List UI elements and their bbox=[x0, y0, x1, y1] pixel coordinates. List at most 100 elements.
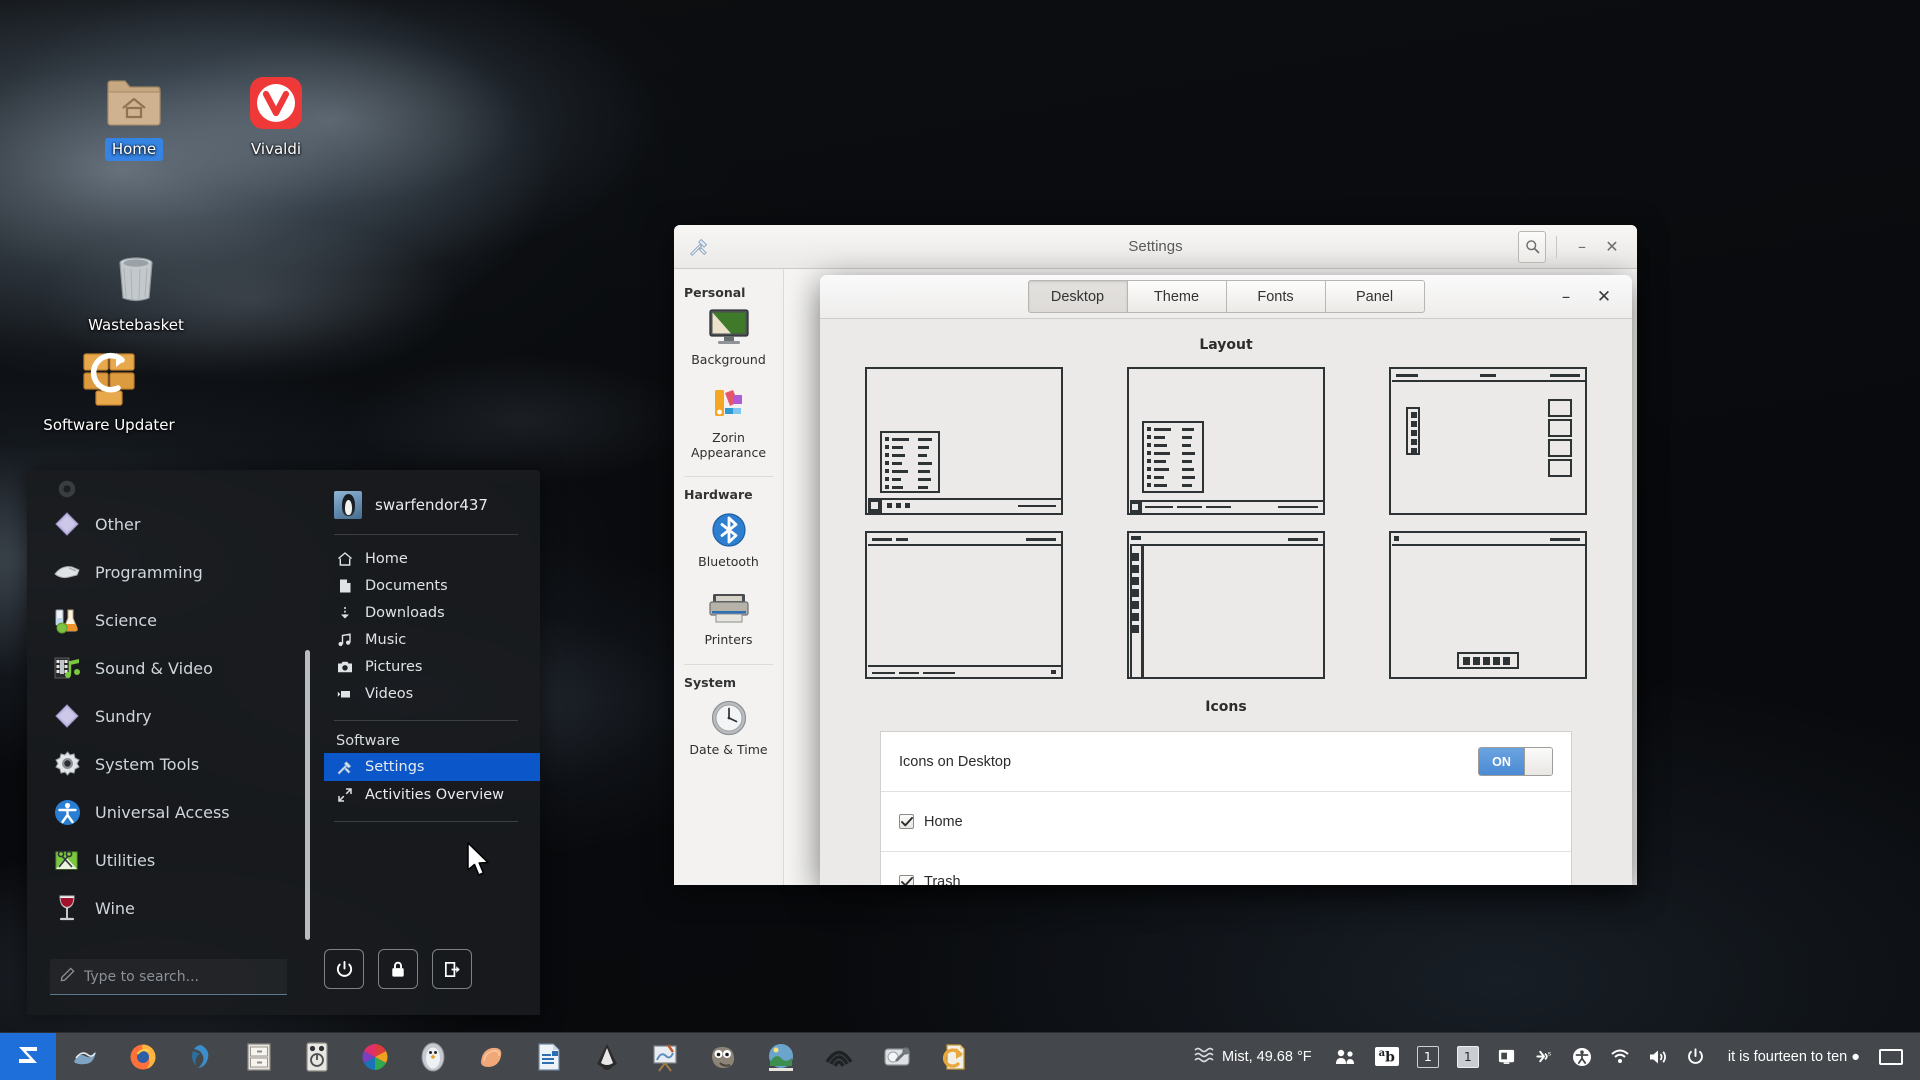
sidebar-item-partial[interactable] bbox=[27, 478, 310, 500]
icons-settings-list: Icons on Desktop ON Home Trash bbox=[880, 731, 1572, 885]
lock-screen-button[interactable] bbox=[378, 949, 418, 989]
wifi-arc-icon[interactable] bbox=[810, 1033, 868, 1080]
home-checkbox-row[interactable]: Home bbox=[881, 792, 1571, 852]
show-desktop-button[interactable] bbox=[1870, 1033, 1912, 1080]
water-app-icon[interactable] bbox=[56, 1033, 114, 1080]
sidebar-item-zorin-appearance[interactable]: Zorin Appearance bbox=[678, 384, 779, 461]
settings-sidebar[interactable]: Personal Background bbox=[674, 269, 784, 885]
home-checkbox[interactable] bbox=[899, 814, 914, 829]
sidebar-item-label: Zorin Appearance bbox=[678, 431, 779, 461]
firefox-icon[interactable] bbox=[114, 1033, 172, 1080]
document-editor-icon[interactable] bbox=[520, 1033, 578, 1080]
avatar bbox=[334, 491, 362, 519]
network-wifi-icon[interactable] bbox=[1601, 1033, 1639, 1080]
sidebar-item-date-time[interactable]: Date & Time bbox=[678, 696, 779, 758]
sidebar-item-system-tools[interactable]: System Tools bbox=[27, 740, 310, 788]
power-menu-icon[interactable] bbox=[1677, 1033, 1714, 1080]
gimp-icon[interactable] bbox=[694, 1033, 752, 1080]
paint-easel-icon[interactable] bbox=[636, 1033, 694, 1080]
desktop-icon-wastebasket[interactable]: Wastebasket bbox=[72, 248, 200, 337]
sidebar-item-utilities[interactable]: Utilities bbox=[27, 836, 310, 884]
user-row[interactable]: swarfendor437 bbox=[334, 488, 518, 522]
sidebar-item-wine[interactable]: Wine bbox=[27, 884, 310, 932]
sidebar-item-programming[interactable]: Programming bbox=[27, 548, 310, 596]
volume-icon[interactable] bbox=[1639, 1033, 1677, 1080]
show-desktop-icon bbox=[1879, 1049, 1903, 1065]
search-input[interactable]: Type to search... bbox=[50, 959, 287, 995]
start-menu[interactable]: Other Programming bbox=[27, 470, 540, 1015]
desktop-settings-window[interactable]: Desktop Theme Fonts Panel – ✕ Layout bbox=[820, 275, 1632, 885]
sidebar-item-sundry[interactable]: Sundry bbox=[27, 692, 310, 740]
weather-indicator[interactable]: Mist, 49.68 °F bbox=[1180, 1046, 1326, 1068]
desktop-window-controls: – ✕ bbox=[1556, 287, 1632, 307]
sidebar-item-bluetooth[interactable]: Bluetooth bbox=[678, 508, 779, 570]
layout-option-windows-style[interactable] bbox=[865, 367, 1063, 515]
place-item-documents[interactable]: Documents bbox=[334, 572, 518, 599]
place-item-videos[interactable]: Videos bbox=[334, 680, 518, 707]
sidebar-item-other[interactable]: Other bbox=[27, 500, 310, 548]
zorin-logo-icon bbox=[13, 1040, 43, 1074]
category-scroll-area[interactable]: Other Programming bbox=[27, 478, 310, 943]
sidebar-item-universal-access[interactable]: Universal Access bbox=[27, 788, 310, 836]
users-icon[interactable] bbox=[1326, 1033, 1366, 1080]
minimize-button[interactable]: – bbox=[1567, 233, 1597, 261]
tab-fonts[interactable]: Fonts bbox=[1226, 280, 1326, 313]
sidebar-item-background[interactable]: Background bbox=[678, 306, 779, 368]
power-off-button[interactable] bbox=[324, 949, 364, 989]
trash-checkbox[interactable] bbox=[899, 875, 914, 886]
vivaldi-icon bbox=[212, 72, 340, 134]
tab-panel[interactable]: Panel bbox=[1325, 280, 1425, 313]
background-monitor-icon bbox=[678, 306, 779, 350]
desktop-icon-software-updater[interactable]: Software Updater bbox=[23, 348, 195, 437]
power-plug-icon[interactable]: s bbox=[1525, 1033, 1563, 1080]
sidebar-item-science[interactable]: Science bbox=[27, 596, 310, 644]
place-item-home[interactable]: Home bbox=[334, 545, 518, 572]
pinwheel-icon[interactable] bbox=[346, 1033, 404, 1080]
keyboard-layout-icon[interactable]: ab bbox=[1366, 1033, 1408, 1080]
layout-option-windows-tasklist[interactable] bbox=[1127, 367, 1325, 515]
layout-option-classic-top-bottom[interactable] bbox=[865, 531, 1063, 679]
disk-utility-icon[interactable] bbox=[868, 1033, 926, 1080]
penguin-icon[interactable] bbox=[404, 1033, 462, 1080]
tab-desktop[interactable]: Desktop bbox=[1028, 280, 1128, 313]
desktop-icon-home[interactable]: Home bbox=[70, 72, 198, 161]
printer-icon bbox=[678, 586, 779, 630]
desktop-icon-vivaldi[interactable]: Vivaldi bbox=[212, 72, 340, 161]
file-cabinet-icon[interactable] bbox=[230, 1033, 288, 1080]
settings-titlebar[interactable]: Settings – ✕ bbox=[674, 225, 1637, 269]
trash-checkbox-row[interactable]: Trash bbox=[881, 852, 1571, 885]
log-out-button[interactable] bbox=[432, 949, 472, 989]
utilities-icon bbox=[53, 846, 81, 874]
image-viewer-icon[interactable] bbox=[752, 1033, 810, 1080]
clock[interactable]: it is fourteen to ten ● bbox=[1714, 1049, 1870, 1065]
layout-option-gnome-dock-right[interactable] bbox=[1389, 367, 1587, 515]
display-icon[interactable] bbox=[1488, 1033, 1525, 1080]
place-item-pictures[interactable]: Pictures bbox=[334, 653, 518, 680]
workspace-1-icon[interactable]: 1 bbox=[1408, 1033, 1448, 1080]
taskbar[interactable]: Mist, 49.68 °F ab 1 1 s bbox=[0, 1032, 1920, 1080]
icons-on-desktop-toggle[interactable]: ON bbox=[1478, 747, 1553, 776]
updater-icon[interactable] bbox=[926, 1033, 984, 1080]
zorin-start-button[interactable] bbox=[0, 1033, 56, 1080]
desktop-settings-header[interactable]: Desktop Theme Fonts Panel – ✕ bbox=[820, 275, 1632, 319]
place-item-downloads[interactable]: Downloads bbox=[334, 599, 518, 626]
workspace-2-icon[interactable]: 1 bbox=[1448, 1033, 1488, 1080]
inkscape-icon[interactable] bbox=[578, 1033, 636, 1080]
close-button[interactable]: ✕ bbox=[1597, 233, 1627, 261]
blue-swirl-icon[interactable] bbox=[172, 1033, 230, 1080]
sidebar-item-printers[interactable]: Printers bbox=[678, 586, 779, 648]
mango-icon[interactable] bbox=[462, 1033, 520, 1080]
toggle-on-label: ON bbox=[1479, 748, 1524, 775]
layout-option-macos-dock[interactable] bbox=[1389, 531, 1587, 679]
search-icon[interactable] bbox=[1518, 231, 1546, 263]
place-item-music[interactable]: Music bbox=[334, 626, 518, 653]
audio-device-icon[interactable] bbox=[288, 1033, 346, 1080]
sidebar-item-sound-video[interactable]: Sound & Video bbox=[27, 644, 310, 692]
layout-option-unity-left-dock[interactable] bbox=[1127, 531, 1325, 679]
action-item-activities-overview[interactable]: Activities Overview bbox=[324, 781, 540, 809]
tab-theme[interactable]: Theme bbox=[1127, 280, 1227, 313]
minimize-button[interactable]: – bbox=[1556, 287, 1576, 307]
close-button[interactable]: ✕ bbox=[1594, 287, 1614, 307]
action-item-settings[interactable]: Settings bbox=[324, 753, 540, 781]
accessibility-icon[interactable] bbox=[1563, 1033, 1601, 1080]
